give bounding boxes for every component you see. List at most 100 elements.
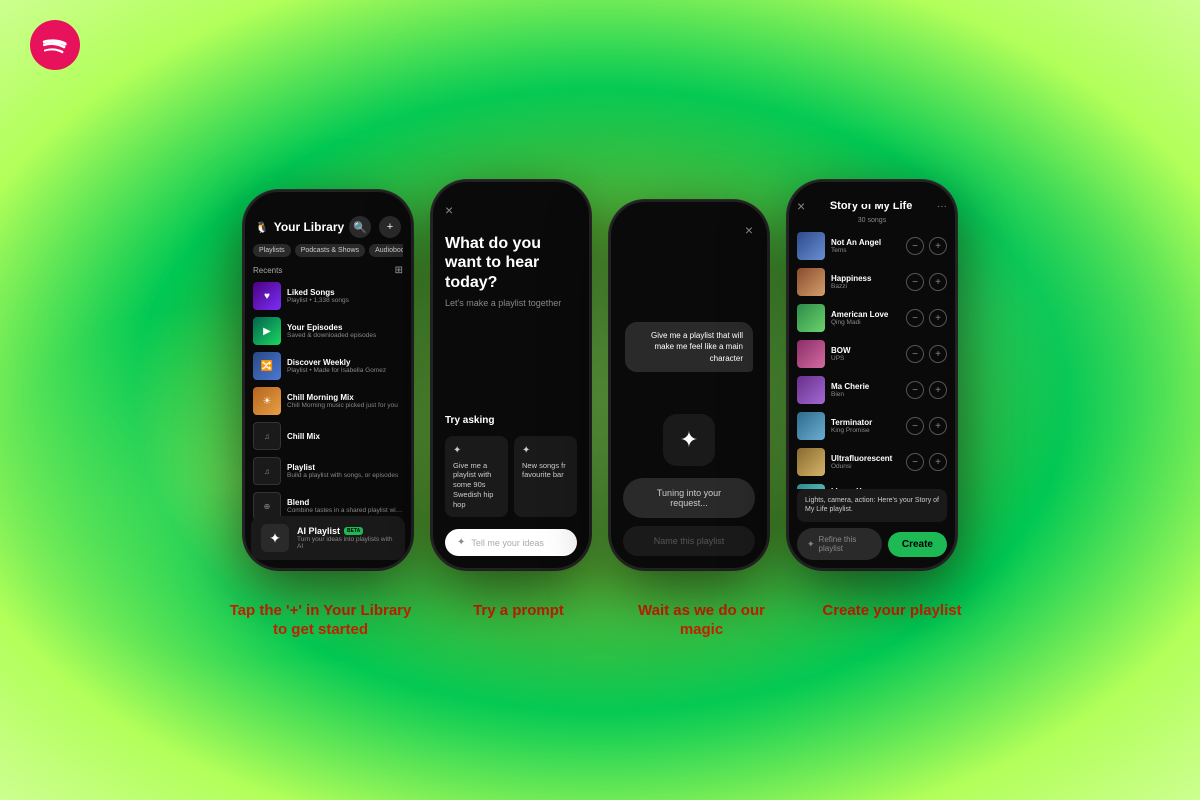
chill-morning-thumb: ☀: [253, 387, 281, 415]
search-button[interactable]: 🔍: [349, 216, 371, 238]
song-info-4: BOW UPS: [831, 346, 900, 362]
episodes-info: Your Episodes Saved & downloaded episode…: [287, 323, 403, 339]
remove-song-6[interactable]: −: [906, 417, 924, 435]
list-item[interactable]: ▶ Your Episodes Saved & downloaded episo…: [253, 317, 403, 345]
add-button[interactable]: +: [379, 216, 401, 238]
phone1-content: 🐧 Your Library 🔍 + Playlists Podcasts & …: [245, 192, 411, 568]
suggestion-card-1[interactable]: ✦ Give me a playlist with some 90s Swedi…: [445, 436, 508, 518]
song-actions-3: − +: [906, 309, 947, 327]
list-item[interactable]: ♫ Chill Mix: [253, 422, 403, 450]
phone-3: × Give me a playlist that will make me f…: [609, 200, 769, 570]
song-artist-6: King Promise: [831, 427, 900, 434]
filter-tabs: Playlists Podcasts & Shows Audiobooks Al: [253, 244, 403, 257]
table-row[interactable]: Happiness Bazzi − +: [797, 268, 947, 296]
suggestion-cards: ✦ Give me a playlist with some 90s Swedi…: [445, 436, 577, 518]
try-asking-label: Try asking: [445, 415, 577, 426]
remove-song-3[interactable]: −: [906, 309, 924, 327]
phone2-notch: [486, 192, 536, 204]
song-info-5: Ma Cherie Bien: [831, 382, 900, 398]
ai-playlist-subtitle: Turn your ideas into playlists with AI: [297, 536, 395, 550]
playlist-title-item: Playlist: [287, 463, 403, 472]
discover-title: Discover Weekly: [287, 358, 403, 367]
remove-song-4[interactable]: −: [906, 345, 924, 363]
table-row[interactable]: Ultrafluorescent Odunsi − +: [797, 448, 947, 476]
close-button-2[interactable]: ×: [445, 202, 577, 218]
table-row[interactable]: Not An Angel Tems − +: [797, 232, 947, 260]
song-thumb-8: [797, 484, 825, 488]
playlist-subtitle-item: Build a playlist with songs, or episodes: [287, 472, 403, 479]
table-row[interactable]: I Love You Glee, Jesus and The Jean Tou.…: [797, 484, 947, 488]
table-row[interactable]: American Love Qing Madi − +: [797, 304, 947, 332]
list-item[interactable]: ☀ Chill Morning Mix Chill Morning music …: [253, 387, 403, 415]
liked-songs-info: Liked Songs Playlist • 1,338 songs: [287, 288, 403, 304]
song-actions-5: − +: [906, 381, 947, 399]
suggestion-icon-1: ✦: [453, 444, 500, 457]
more-options-button[interactable]: ···: [937, 201, 947, 212]
tuning-status: Tuning into your request...: [623, 478, 755, 518]
blend-info: Blend Combine tastes in a shared playlis…: [287, 498, 403, 514]
discover-info: Discover Weekly Playlist • Made for Isab…: [287, 358, 403, 374]
close-button-4[interactable]: ×: [797, 198, 805, 214]
add-song-7[interactable]: +: [929, 453, 947, 471]
song-thumb-4: [797, 340, 825, 368]
close-button-3[interactable]: ×: [745, 222, 753, 238]
song-thumb-7: [797, 448, 825, 476]
add-song-2[interactable]: +: [929, 273, 947, 291]
phone1-notch: [303, 202, 353, 214]
remove-song-2[interactable]: −: [906, 273, 924, 291]
song-actions-2: − +: [906, 273, 947, 291]
song-thumb-5: [797, 376, 825, 404]
song-thumb-3: [797, 304, 825, 332]
filter-audiobooks[interactable]: Audiobooks: [369, 244, 403, 257]
table-row[interactable]: Terminator King Promise − +: [797, 412, 947, 440]
suggestion-card-2[interactable]: ✦ New songs fr favourite bar: [514, 436, 577, 518]
filter-playlists[interactable]: Playlists: [253, 244, 291, 257]
add-song-1[interactable]: +: [929, 237, 947, 255]
chill-morning-info: Chill Morning Mix Chill Morning music pi…: [287, 393, 403, 409]
phones-row: 🐧 Your Library 🔍 + Playlists Podcasts & …: [243, 180, 957, 570]
caption-4: Create your playlist: [805, 602, 980, 640]
phone4-notch: [847, 192, 897, 204]
phone4-content: × Story of My Life ··· 30 songs Not An A…: [789, 182, 955, 568]
library-title: Your Library: [274, 220, 344, 234]
create-playlist-button[interactable]: Create: [888, 532, 947, 557]
song-title-2: Happiness: [831, 274, 900, 283]
add-song-4[interactable]: +: [929, 345, 947, 363]
phone-4: × Story of My Life ··· 30 songs Not An A…: [787, 180, 957, 570]
add-song-6[interactable]: +: [929, 417, 947, 435]
add-song-3[interactable]: +: [929, 309, 947, 327]
discover-subtitle: Playlist • Made for Isabella Gomez: [287, 367, 403, 374]
chill-morning-title: Chill Morning Mix: [287, 393, 403, 402]
liked-songs-subtitle: Playlist • 1,338 songs: [287, 297, 403, 304]
caption-1: Tap the '+' in Your Library to get start…: [221, 602, 421, 640]
filter-podcasts[interactable]: Podcasts & Shows: [295, 244, 365, 257]
suggestion-text-2: New songs fr favourite bar: [522, 461, 566, 480]
list-item[interactable]: ♥ Liked Songs Playlist • 1,338 songs: [253, 282, 403, 310]
name-playlist-input[interactable]: Name this playlist: [623, 526, 755, 556]
remove-song-1[interactable]: −: [906, 237, 924, 255]
episodes-title: Your Episodes: [287, 323, 403, 332]
remove-song-7[interactable]: −: [906, 453, 924, 471]
add-song-5[interactable]: +: [929, 381, 947, 399]
blend-title: Blend: [287, 498, 403, 507]
remove-song-5[interactable]: −: [906, 381, 924, 399]
song-info-1: Not An Angel Tems: [831, 238, 900, 254]
chill-thumb: ♫: [253, 422, 281, 450]
beta-badge: BETA: [344, 527, 363, 535]
ai-title-row: AI Playlist BETA: [297, 526, 395, 536]
song-info-6: Terminator King Promise: [831, 418, 900, 434]
main-content: 🐧 Your Library 🔍 + Playlists Podcasts & …: [0, 0, 1200, 800]
sparkle-large-button: ✦: [663, 414, 715, 466]
ai-playlist-bar[interactable]: ✦ AI Playlist BETA Turn your ideas into …: [251, 516, 405, 560]
table-row[interactable]: BOW UPS − +: [797, 340, 947, 368]
grid-icon[interactable]: ⊞: [395, 265, 403, 276]
table-row[interactable]: Ma Cherie Bien − +: [797, 376, 947, 404]
prompt-input-bar[interactable]: ✦ Tell me your ideas: [445, 529, 577, 556]
list-item[interactable]: 🔀 Discover Weekly Playlist • Made for Is…: [253, 352, 403, 380]
playlist-info: Playlist Build a playlist with songs, or…: [287, 463, 403, 479]
song-artist-7: Odunsi: [831, 463, 900, 470]
song-thumb-1: [797, 232, 825, 260]
list-item[interactable]: ♫ Playlist Build a playlist with songs, …: [253, 457, 403, 485]
refine-playlist-input[interactable]: ✦ Refine this playlist: [797, 528, 882, 560]
library-header: 🐧 Your Library 🔍 +: [253, 216, 403, 238]
